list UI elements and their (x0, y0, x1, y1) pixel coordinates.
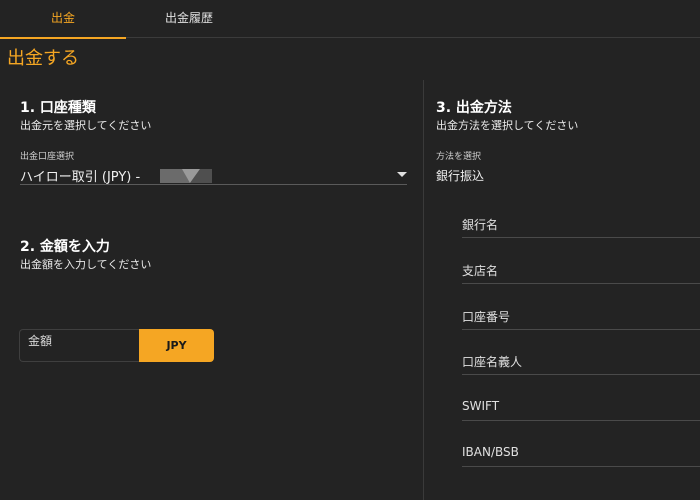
column-divider (423, 80, 424, 500)
iban-bsb-label: IBAN/BSB (462, 445, 519, 459)
chevron-down-icon (397, 172, 407, 177)
swift-label: SWIFT (462, 399, 500, 413)
method-select[interactable]: 銀行振込 (436, 165, 700, 185)
account-holder-label: 口座名義人 (462, 355, 523, 369)
account-select-label: 出金口座選択 (20, 152, 75, 162)
section-account-type-subtitle: 出金元を選択してください (20, 119, 152, 132)
account-number-label: 口座番号 (462, 310, 511, 324)
section-method-title: 3. 出金方法 (436, 100, 512, 116)
withdraw-page: 出金 出金履歴 出金する 1. 口座種類 出金元を選択してください 出金口座選択… (0, 0, 700, 500)
branch-name-field[interactable]: 支店名 (462, 260, 700, 284)
page-title: 出金する (7, 48, 79, 69)
amount-group: JPY (19, 329, 214, 362)
method-select-value: 銀行振込 (436, 169, 485, 183)
account-number-field[interactable]: 口座番号 (462, 306, 700, 330)
iban-bsb-field[interactable]: IBAN/BSB (462, 443, 700, 467)
tab-withdraw-history[interactable]: 出金履歴 (126, 0, 252, 38)
currency-button[interactable]: JPY (139, 329, 214, 362)
section-account-type-title: 1. 口座種類 (20, 100, 96, 116)
account-select-value: ハイロー取引 (JPY) - (20, 170, 141, 185)
account-select[interactable]: ハイロー取引 (JPY) - (20, 163, 407, 185)
section-method-subtitle: 出金方法を選択してください (436, 119, 579, 132)
account-holder-field[interactable]: 口座名義人 (462, 351, 700, 375)
section-amount-title: 2. 金額を入力 (20, 239, 110, 255)
branch-name-label: 支店名 (462, 264, 499, 278)
swift-field[interactable]: SWIFT (462, 397, 700, 421)
masked-account-number (160, 169, 212, 183)
amount-input[interactable] (19, 329, 139, 362)
tab-bar: 出金 出金履歴 (0, 0, 700, 39)
tab-withdraw[interactable]: 出金 (0, 0, 126, 39)
method-select-label: 方法を選択 (436, 152, 482, 162)
bank-name-field[interactable]: 銀行名 (462, 214, 700, 238)
bank-name-label: 銀行名 (462, 218, 499, 232)
section-amount-subtitle: 出金額を入力してください (20, 258, 152, 271)
